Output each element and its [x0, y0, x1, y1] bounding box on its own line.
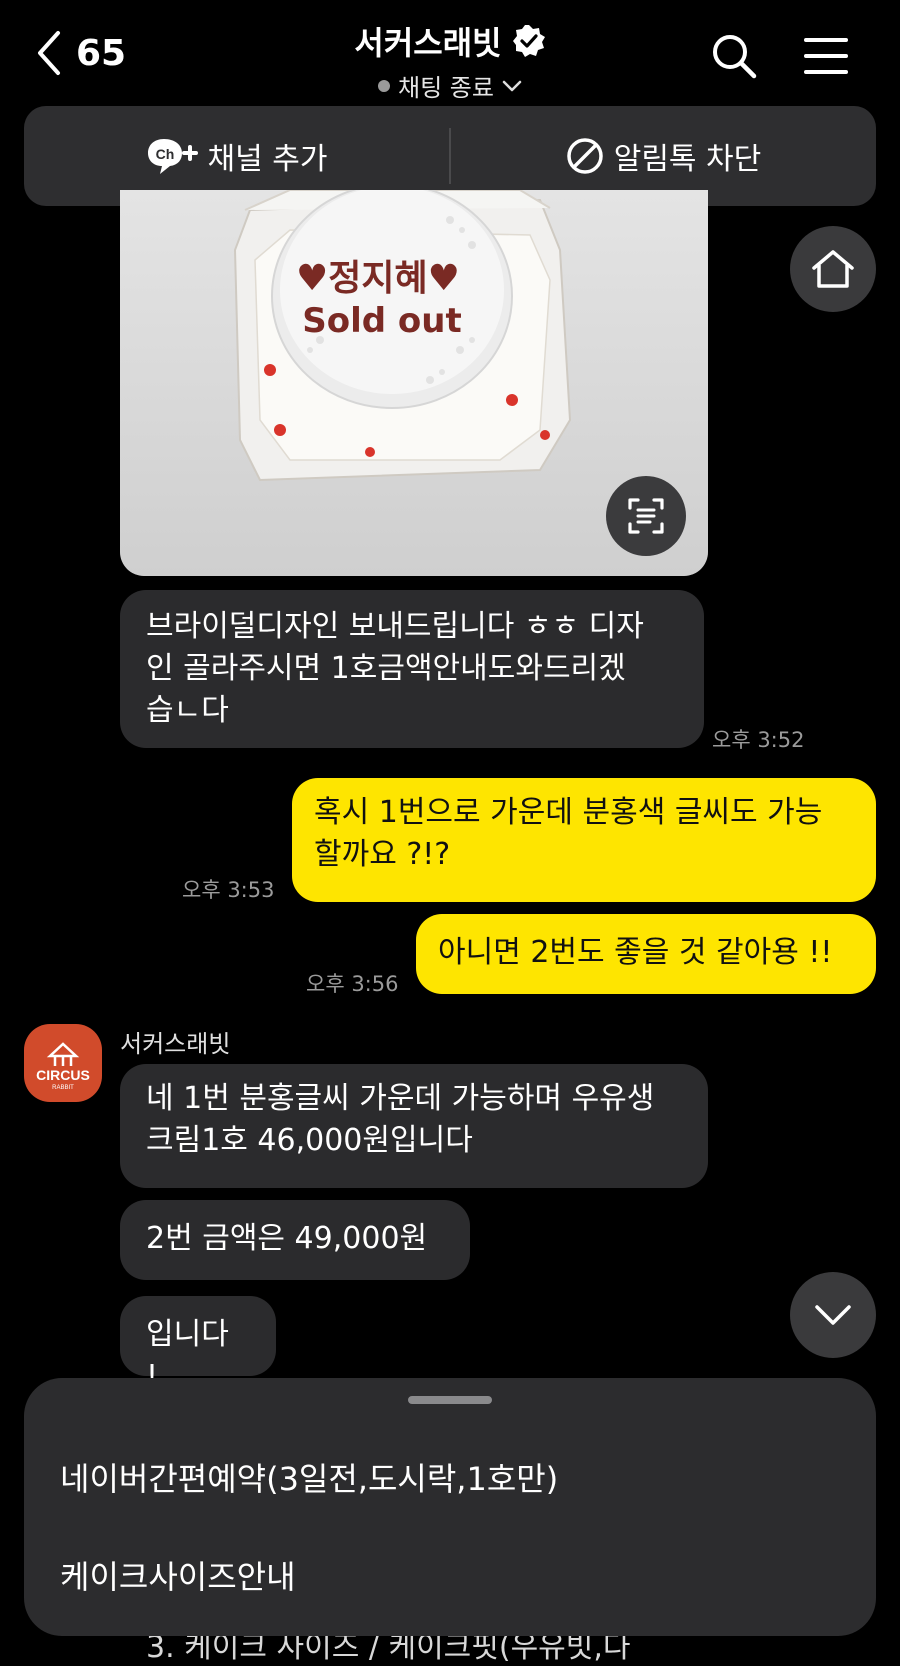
search-button[interactable]: [706, 28, 762, 84]
chat-title-row[interactable]: 서커스래빗: [354, 18, 545, 64]
message-time: 오후 3:56: [306, 972, 399, 996]
scroll-down-button[interactable]: [790, 1272, 876, 1358]
message-line: 습ㄴ다: [146, 693, 229, 728]
channel-add-icon: Ch: [147, 139, 198, 174]
message-line: 브라이덜디자인 보내드립니다 ㅎㅎ 디자: [146, 609, 644, 644]
chat-status[interactable]: 채팅 종료: [378, 68, 522, 103]
unread-count: 65: [76, 32, 127, 74]
menu-icon: [804, 38, 848, 74]
chevron-down-icon: [502, 80, 522, 91]
my-message-bubble[interactable]: 아니면 2번도 좋을 것 같아용 !!: [416, 914, 876, 994]
block-alimtalk-label: 알림톡 차단: [613, 142, 762, 177]
home-button[interactable]: [790, 226, 876, 312]
cake-text-soldout: Sold out: [302, 301, 462, 341]
message-bubble[interactable]: 네 1번 분홍글씨 가운데 가능하며 우유생 크림1호 46,000원입니다: [120, 1064, 708, 1188]
svg-text:Ch: Ch: [155, 146, 174, 162]
scan-icon: [628, 498, 664, 534]
svg-text:CIRCUS: CIRCUS: [36, 1067, 90, 1083]
message-time: 오후 3:52: [712, 728, 805, 752]
back-arrow-icon: [38, 31, 60, 75]
message-line: 크림1호 46,000원입니다: [146, 1123, 473, 1158]
chat-status-label: 채팅 종료: [398, 74, 494, 102]
circus-rabbit-logo: CIRCUS RABBIT: [36, 1042, 90, 1091]
verified-badge-icon: [512, 25, 545, 57]
message-line: 혹시 1번으로 가운데 분홍색 글씨도 가능: [314, 795, 823, 830]
message-line: 아니면 2번도 좋을 것 같아용 !!: [438, 935, 833, 970]
quick-menu-item[interactable]: 네이버간편예약(3일전,도시락,1호만): [60, 1454, 558, 1500]
message-line: 인 골라주시면 1호금액안내도와드리겠: [146, 651, 626, 686]
search-icon: [713, 35, 757, 79]
svg-text:RABBIT: RABBIT: [52, 1085, 74, 1091]
chevron-down-icon: [815, 1305, 851, 1325]
status-dot: [378, 79, 391, 92]
message-line: 할까요 ?!?: [314, 837, 451, 872]
sheet-handle[interactable]: [408, 1396, 492, 1404]
chat-header: 서커스래빗 채팅 종료: [250, 18, 650, 103]
scan-button[interactable]: [606, 476, 686, 556]
add-channel-label: 채널 추가: [207, 142, 328, 177]
message-time: 오후 3:53: [182, 878, 275, 902]
back-button[interactable]: 65: [36, 28, 146, 78]
avatar[interactable]: CIRCUS RABBIT: [24, 1024, 102, 1102]
block-icon: [566, 138, 603, 174]
menu-button[interactable]: [800, 30, 852, 82]
home-icon: [812, 250, 854, 288]
sender-name: 서커스래빗: [120, 1030, 231, 1058]
chat-title: 서커스래빗: [354, 24, 502, 62]
my-message-bubble[interactable]: 혹시 1번으로 가운데 분홍색 글씨도 가능 할까요 ?!?: [292, 778, 876, 902]
message-line: 네 1번 분홍글씨 가운데 가능하며 우유생: [146, 1081, 655, 1116]
message-bubble[interactable]: 2번 금액은 49,000원: [120, 1200, 470, 1280]
cake-text-name: ♥정지혜♥: [296, 258, 460, 299]
message-line: 2번 금액은 49,000원: [146, 1221, 428, 1256]
message-bubble[interactable]: 브라이덜디자인 보내드립니다 ㅎㅎ 디자 인 골라주시면 1호금액안내도와드리겠…: [120, 590, 704, 748]
message-bubble[interactable]: 입니다 !: [120, 1296, 276, 1394]
quick-menu-item[interactable]: 케이크사이즈안내: [60, 1552, 296, 1598]
